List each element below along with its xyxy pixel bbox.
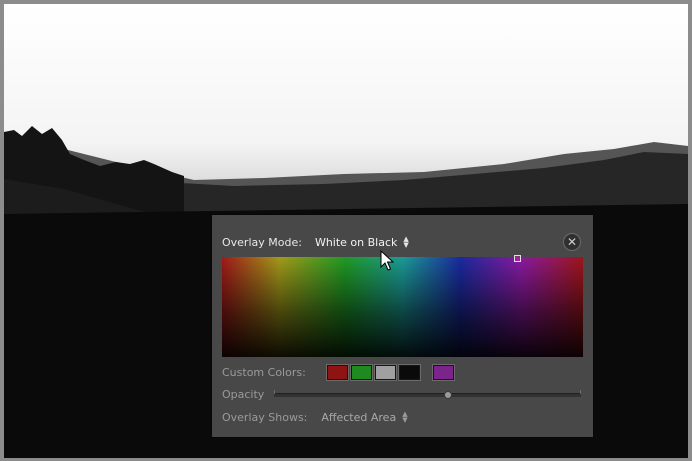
overlay-shows-value: Affected Area <box>321 410 397 424</box>
opacity-row: Opacity <box>222 386 583 402</box>
overlay-shows-select[interactable]: Affected Area ▲ ▼ <box>321 411 407 424</box>
color-swatch-black[interactable] <box>397 363 421 381</box>
overlay-mode-label: Overlay Mode: <box>222 235 302 249</box>
slider-tick <box>274 390 275 394</box>
slider-tick <box>580 390 581 394</box>
opacity-label: Opacity <box>222 387 265 401</box>
color-swatch-gray[interactable] <box>373 363 397 381</box>
color-swatch-selected-purple[interactable] <box>431 363 455 381</box>
opacity-slider-thumb[interactable] <box>444 391 452 399</box>
overlay-options-panel: Overlay Mode: White on Black ▲ ▼ ✕ Custom… <box>212 215 593 437</box>
custom-colors-row: Custom Colors: <box>222 363 457 381</box>
color-picker-spectrum[interactable] <box>222 255 583 357</box>
overlay-shows-label: Overlay Shows: <box>222 410 308 424</box>
close-icon: ✕ <box>566 235 578 249</box>
color-swatch-red[interactable] <box>325 363 349 381</box>
custom-color-swatches <box>325 363 457 381</box>
overlay-mode-row: Overlay Mode: White on Black ▲ ▼ <box>222 234 409 250</box>
updown-arrows-icon: ▲ ▼ <box>402 410 408 424</box>
overlay-mode-select[interactable]: White on Black ▲ ▼ <box>315 236 409 249</box>
overlay-shows-row: Overlay Shows: Affected Area ▲ ▼ <box>222 409 408 425</box>
color-picker-handle[interactable] <box>514 255 521 262</box>
updown-arrows-icon: ▲ ▼ <box>403 235 409 249</box>
overlay-mode-value: White on Black <box>314 235 398 249</box>
mouse-pointer-icon <box>380 250 394 271</box>
custom-colors-label: Custom Colors: <box>222 365 306 379</box>
color-swatch-green[interactable] <box>349 363 373 381</box>
close-button[interactable]: ✕ <box>563 233 581 251</box>
opacity-slider[interactable] <box>274 390 581 399</box>
